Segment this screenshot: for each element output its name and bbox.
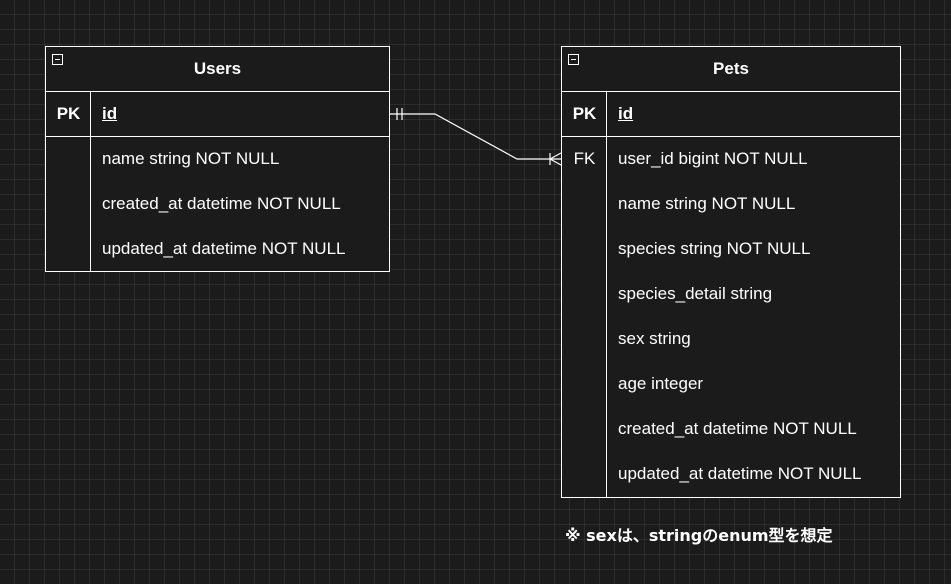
pets-field-species-detail: species_detail string [618, 284, 773, 303]
table-row[interactable]: name string NOT NULL [562, 182, 900, 227]
crow-foot-upper [549, 152, 562, 160]
table-row[interactable]: created_at datetime NOT NULL [562, 407, 900, 452]
table-row[interactable]: updated_at datetime NOT NULL [46, 227, 389, 272]
pets-field-species: species string NOT NULL [618, 239, 811, 258]
table-row[interactable]: species_detail string [562, 272, 900, 317]
pets-pk-field: id [618, 104, 634, 123]
key-column-divider [606, 92, 607, 497]
pets-field-updated-at: updated_at datetime NOT NULL [618, 464, 862, 483]
pets-field-name: name string NOT NULL [618, 194, 796, 213]
pets-table[interactable]: Pets PK id FK user_id bigint NOT NULL na… [561, 46, 901, 498]
footnote: ※ sexは、stringのenum型を想定 [565, 526, 833, 545]
collapse-icon[interactable] [568, 54, 579, 65]
users-header[interactable]: Users [46, 47, 389, 92]
table-row[interactable]: name string NOT NULL [46, 137, 389, 182]
pets-pk-label: PK [572, 104, 597, 123]
users-table[interactable]: Users PK id name string NOT NULL created… [45, 46, 390, 272]
table-row[interactable]: sex string [562, 317, 900, 362]
relationship-line[interactable] [390, 113, 561, 160]
pets-field-age: age integer [618, 374, 704, 393]
users-pk-field: id [102, 104, 118, 123]
users-field-updated-at: updated_at datetime NOT NULL [102, 239, 346, 258]
table-row[interactable]: FK user_id bigint NOT NULL [562, 137, 900, 182]
table-row[interactable]: age integer [562, 362, 900, 407]
key-column-divider [90, 92, 91, 271]
users-field-name: name string NOT NULL [102, 149, 280, 168]
pets-field-sex: sex string [618, 329, 691, 348]
users-pk-row[interactable]: PK id [46, 92, 389, 137]
pets-header[interactable]: Pets [562, 47, 900, 92]
pets-field-created-at: created_at datetime NOT NULL [618, 419, 857, 438]
pets-title: Pets [713, 59, 749, 78]
crow-foot-lower [549, 158, 562, 166]
table-row[interactable]: created_at datetime NOT NULL [46, 182, 389, 227]
table-row[interactable]: species string NOT NULL [562, 227, 900, 272]
users-pk-label: PK [56, 104, 81, 123]
collapse-icon[interactable] [52, 54, 63, 65]
table-row[interactable]: updated_at datetime NOT NULL [562, 452, 900, 497]
pets-field-user-id: user_id bigint NOT NULL [618, 149, 808, 168]
users-field-created-at: created_at datetime NOT NULL [102, 194, 341, 213]
users-title: Users [193, 59, 242, 78]
pets-fk-label: FK [573, 149, 596, 168]
pets-pk-row[interactable]: PK id [562, 92, 900, 137]
